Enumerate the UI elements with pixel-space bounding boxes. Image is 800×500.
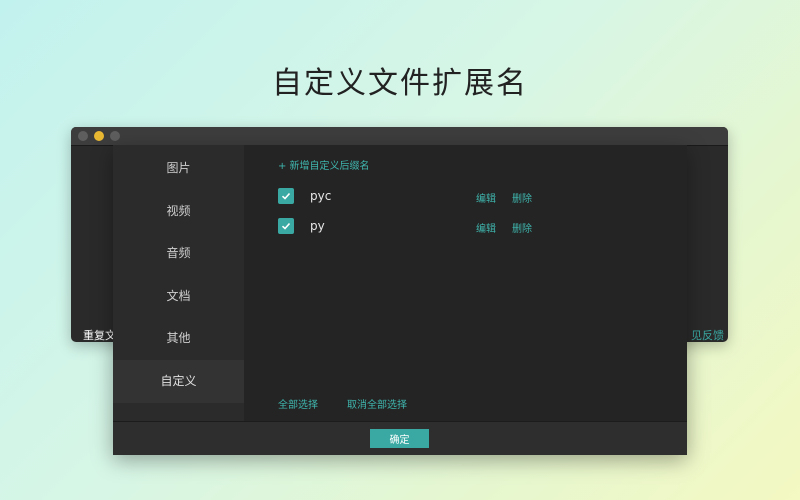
extension-list-panel: + 新增自定义后缀名 pyc 编辑 删除 py 编辑 删除 全部选择 取消全部选…	[244, 145, 687, 421]
category-sidebar: 图片 视频 音频 文档 其他 自定义	[113, 145, 244, 421]
dialog-footer: 确定	[113, 421, 687, 455]
sidebar-item-custom[interactable]: 自定义	[113, 359, 244, 403]
minimize-window-button[interactable]	[94, 131, 104, 141]
page-headline: 自定义文件扩展名	[272, 66, 528, 101]
sidebar-item-documents[interactable]: 文档	[113, 275, 244, 318]
delete-extension-link[interactable]: 删除	[512, 190, 532, 205]
sidebar-item-videos[interactable]: 视频	[113, 190, 244, 233]
extension-name: py	[310, 219, 325, 233]
select-all-link[interactable]: 全部选择	[278, 396, 318, 411]
custom-extension-dialog: 图片 视频 音频 文档 其他 自定义 + 新增自定义后缀名 pyc 编辑 删除	[113, 145, 687, 455]
extension-checkbox[interactable]	[278, 218, 294, 234]
add-extension-link[interactable]: + 新增自定义后缀名	[278, 157, 370, 172]
edit-extension-link[interactable]: 编辑	[476, 190, 496, 205]
window-titlebar	[71, 127, 728, 146]
sidebar-item-audio[interactable]: 音频	[113, 232, 244, 275]
extension-name: pyc	[310, 189, 332, 203]
delete-extension-link[interactable]: 删除	[512, 220, 532, 235]
extension-row: py 编辑 删除	[278, 218, 678, 236]
confirm-button[interactable]: 确定	[370, 429, 429, 448]
sidebar-item-other[interactable]: 其他	[113, 317, 244, 360]
close-window-button[interactable]	[78, 131, 88, 141]
extension-checkbox[interactable]	[278, 188, 294, 204]
deselect-all-link[interactable]: 取消全部选择	[347, 396, 407, 411]
maximize-window-button[interactable]	[110, 131, 120, 141]
background-left-label: 重复文	[83, 329, 116, 342]
check-icon	[281, 222, 291, 230]
extension-row: pyc 编辑 删除	[278, 188, 678, 206]
check-icon	[281, 192, 291, 200]
feedback-link[interactable]: 见反馈	[691, 327, 724, 342]
sidebar-item-images[interactable]: 图片	[113, 147, 244, 190]
edit-extension-link[interactable]: 编辑	[476, 220, 496, 235]
